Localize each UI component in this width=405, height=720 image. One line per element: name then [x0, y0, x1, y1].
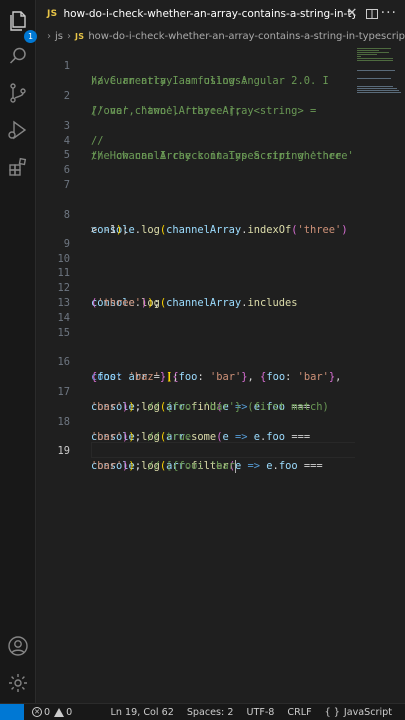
code-text: 'bar')); // true	[91, 431, 192, 443]
code-line-wrap: ['one', 'two', 'three'];	[37, 89, 241, 117]
code-line-wrap: 'bar')); // true	[37, 415, 191, 443]
error-count: 0	[44, 706, 51, 718]
code-line: 1 // Currently I am using Angular 2.0. I	[37, 44, 329, 87]
indentation[interactable]: Spaces: 2	[187, 707, 234, 718]
breadcrumb-file[interactable]: how-do-i-check-whether-an-array-contains…	[88, 31, 405, 42]
code-text: console.log(channelArray.indexOf('three'…	[91, 224, 348, 236]
status-bar: ✕ 0 0 Ln 19, Col 62 Spaces: 2 UTF-8 CRLF…	[0, 703, 405, 720]
language-label: JavaScript	[343, 706, 392, 718]
code-text: > -1);	[91, 224, 129, 236]
code-line-wrap: the channelArray contains a string 'thre…	[37, 134, 360, 162]
line-ending[interactable]: CRLF	[287, 707, 311, 718]
warning-icon	[54, 707, 65, 717]
code-line-wrap: > -1);	[37, 208, 129, 236]
breadcrumb-folder[interactable]: js	[55, 31, 63, 42]
braces-icon: { }	[324, 706, 340, 718]
minimap[interactable]	[355, 44, 405, 703]
code-line: 18 console.log(arr.some(e => e.foo ===	[37, 400, 310, 443]
error-icon: ✕	[32, 707, 42, 717]
explorer-badge: 1	[24, 30, 37, 43]
line-number: 14	[57, 312, 70, 324]
run-debug-icon[interactable]	[6, 118, 30, 142]
encoding[interactable]: UTF-8	[246, 707, 274, 718]
line-number: 10	[57, 253, 70, 265]
code-line-wrap: 'bar')); // [{foo: 'bar	[37, 444, 236, 473]
extensions-icon[interactable]	[6, 155, 30, 179]
code-line: 17 console.log(arr.find(e => e.foo ===	[37, 370, 310, 413]
comment: //	[91, 135, 104, 147]
more-actions-icon[interactable]: ···	[381, 6, 397, 20]
code-line: 2 // var channelArray: Array<string> =	[37, 74, 316, 117]
code-line-wrap: 'bar')); // {foo: 'bar'} (first match)	[37, 385, 329, 413]
source-control-icon[interactable]	[6, 81, 30, 105]
comment: ['one', 'two', 'three'];	[91, 105, 242, 117]
account-icon[interactable]	[6, 634, 30, 658]
text-cursor	[234, 459, 236, 473]
js-file-icon: JS	[47, 9, 58, 19]
line-number: 15	[57, 327, 70, 339]
breadcrumb: › js › JS how-do-i-check-whether-an-arra…	[37, 28, 405, 44]
chevron-right-icon: ›	[67, 30, 71, 42]
warning-count: 0	[66, 706, 73, 718]
line-number: 9	[63, 238, 70, 250]
code-line-wrap: ('three'));	[37, 281, 160, 309]
tab-title: how-do-i-check-whether-an-array-contains…	[63, 8, 356, 20]
chevron-right-icon: ›	[47, 30, 51, 42]
code-line-wrap: {foo: 'baz'}];	[37, 355, 179, 383]
code-line: 8 console.log(channelArray.indexOf('thre…	[37, 193, 348, 236]
comment: have an array as follows:	[91, 75, 248, 87]
line-number: 5	[63, 149, 70, 161]
split-editor-icon[interactable]	[365, 7, 379, 21]
activity-bar: 1	[0, 0, 37, 703]
code-line-wrap: have an array as follows:	[37, 59, 247, 87]
code-line: 16 const arr = [{foo: 'bar'}, {foo: 'bar…	[37, 340, 341, 383]
remote-indicator[interactable]	[0, 703, 24, 720]
code-text: ('three'));	[91, 297, 160, 309]
line-number: 6	[63, 164, 70, 176]
code-editor[interactable]: 1 // Currently I am using Angular 2.0. I…	[37, 44, 363, 703]
code-text: 'bar')); // {foo: 'bar'} (first match)	[91, 401, 329, 413]
code-text: 'bar')); // [{foo: 'bar	[91, 459, 236, 473]
language-mode[interactable]: { } JavaScript	[325, 707, 392, 718]
code-line: 19 console.log(arr.filter(e => e.foo ===	[37, 429, 322, 472]
tab-bar: JS how-do-i-check-whether-an-array-conta…	[37, 0, 405, 28]
comment: the channelArray contains a string 'thre…	[91, 150, 360, 162]
close-icon[interactable]: ✕	[345, 7, 359, 21]
code-line: 12 console.log(channelArray.includes	[37, 266, 297, 309]
js-file-icon: JS	[75, 31, 85, 41]
line-number: 13	[57, 297, 70, 309]
code-line: 3 //	[37, 104, 104, 147]
problems-indicator[interactable]: ✕ 0 0	[32, 707, 72, 718]
files-icon[interactable]: 1	[6, 9, 37, 43]
settings-gear-icon[interactable]	[6, 671, 30, 695]
code-line: 4 // How can I check in TypeScript wheth…	[37, 119, 342, 162]
code-text: {foo: 'baz'}];	[91, 371, 179, 383]
search-icon[interactable]	[6, 44, 30, 68]
cursor-position[interactable]: Ln 19, Col 62	[111, 707, 174, 718]
line-number: 7	[63, 179, 70, 191]
